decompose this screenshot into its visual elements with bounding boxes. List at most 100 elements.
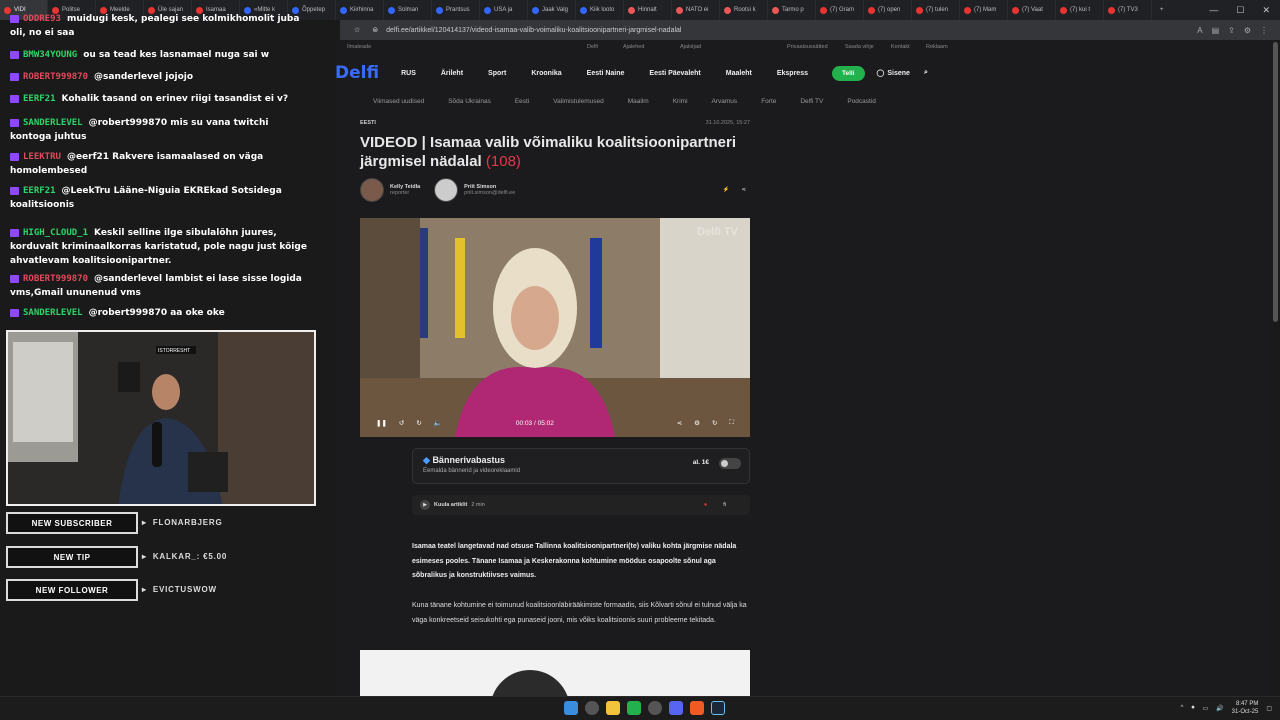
bookmark-icon[interactable]: ☆ bbox=[354, 26, 360, 34]
subnav-link[interactable]: Valimistulemused bbox=[553, 98, 603, 105]
nav-link[interactable]: Eesti Naine bbox=[587, 70, 625, 77]
chat-username[interactable]: LEEKTRU bbox=[23, 152, 61, 162]
notification-icon[interactable]: ▢ bbox=[1266, 705, 1272, 712]
subnav-link[interactable]: Sõda Ukrainas bbox=[448, 98, 491, 105]
network-icon[interactable]: ▭ bbox=[1202, 705, 1208, 712]
minimize-button[interactable]: — bbox=[1209, 5, 1218, 16]
browser-tab[interactable]: NATO ei bbox=[672, 0, 720, 20]
subnav-link[interactable]: Viimased uudised bbox=[373, 98, 424, 105]
subnav-link[interactable]: Arvamus bbox=[712, 98, 738, 105]
subnav-link[interactable]: Krimi bbox=[673, 98, 688, 105]
browser-tab[interactable]: (7) open bbox=[864, 0, 912, 20]
nav-link[interactable]: Maaleht bbox=[726, 70, 752, 77]
browser-tab[interactable]: (7) Gram bbox=[816, 0, 864, 20]
browser-tab[interactable]: Prantsus bbox=[432, 0, 480, 20]
nav-link[interactable]: Ekspress bbox=[777, 70, 808, 77]
browser-tab[interactable]: USA ja bbox=[480, 0, 528, 20]
rewind-icon[interactable]: ↺ bbox=[399, 419, 404, 427]
browser-tab[interactable]: Kiirhinna bbox=[336, 0, 384, 20]
nav-link[interactable]: RUS bbox=[401, 70, 416, 77]
browser-tab[interactable]: (7) tulen bbox=[912, 0, 960, 20]
section-label[interactable]: EESTI bbox=[360, 120, 376, 126]
ad-free-toggle[interactable] bbox=[719, 458, 741, 469]
utility-link[interactable]: Ajalehed bbox=[623, 44, 644, 50]
subscribe-button[interactable]: Telli bbox=[831, 65, 865, 81]
file-explorer-icon[interactable] bbox=[606, 701, 620, 715]
clock[interactable]: 8:47 PM 31-Oct-25 bbox=[1232, 700, 1259, 716]
discord-icon[interactable] bbox=[669, 701, 683, 715]
chat-username[interactable]: ODDRE93 bbox=[23, 14, 61, 24]
chat-username[interactable]: EERF21 bbox=[23, 186, 56, 196]
maximize-button[interactable]: ☐ bbox=[1236, 5, 1244, 16]
delfi-logo[interactable]: Delfi bbox=[335, 63, 379, 83]
menu-icon[interactable]: ⋮ bbox=[1260, 26, 1268, 35]
utility-link[interactable]: Ajakirjad bbox=[680, 44, 701, 50]
search-icon[interactable]: ⌕ bbox=[924, 69, 928, 77]
speed-icon[interactable]: ↻ bbox=[712, 419, 717, 427]
utility-link[interactable]: Saada vihje bbox=[845, 44, 874, 50]
browser-tab[interactable]: Rootsi k bbox=[720, 0, 768, 20]
nav-link[interactable]: Eesti Päevaleht bbox=[649, 70, 700, 77]
utility-link[interactable]: Reklaam bbox=[926, 44, 948, 50]
browser-tab[interactable]: (7) Mam bbox=[960, 0, 1008, 20]
chat-username[interactable]: ROBERT999870 bbox=[23, 274, 88, 284]
nav-link[interactable]: Ärileht bbox=[441, 70, 463, 77]
forward-icon[interactable]: ↻ bbox=[416, 419, 421, 427]
chat-username[interactable]: EERF21 bbox=[23, 94, 56, 104]
subnav-link[interactable]: Forte bbox=[761, 98, 776, 105]
chat-username[interactable]: SANDERLEVEL bbox=[23, 118, 83, 128]
volume-icon[interactable]: 🔊 bbox=[1216, 705, 1223, 712]
browser-tab[interactable]: Kiik looto bbox=[576, 0, 624, 20]
share-icon[interactable]: ⋖ bbox=[677, 419, 682, 427]
avatar[interactable] bbox=[360, 178, 384, 202]
extension-icon[interactable]: ⚙ bbox=[1244, 26, 1251, 35]
utility-link[interactable]: Delfi bbox=[587, 44, 598, 50]
reader-icon[interactable]: ▤ bbox=[1212, 26, 1220, 35]
browser-tab[interactable]: Solman bbox=[384, 0, 432, 20]
nav-link[interactable]: Sport bbox=[488, 70, 506, 77]
subnav-link[interactable]: Maailm bbox=[628, 98, 649, 105]
brave-icon[interactable] bbox=[690, 701, 704, 715]
listen-label[interactable]: Kuula artiklit bbox=[434, 502, 467, 508]
subnav-link[interactable]: Eesti bbox=[515, 98, 529, 105]
chat-username[interactable]: BMW34YOUNG bbox=[23, 50, 77, 60]
browser-tab[interactable]: (7) TV3 bbox=[1104, 0, 1152, 20]
nav-link[interactable]: Kroonika bbox=[531, 70, 561, 77]
share-icon[interactable]: ⇪ bbox=[1228, 26, 1235, 35]
obs-icon[interactable] bbox=[648, 701, 662, 715]
url-field[interactable]: delfi.ee/artikkel/120414137/videod-isama… bbox=[386, 27, 681, 34]
pause-icon[interactable]: ❚❚ bbox=[376, 419, 387, 427]
mute-icon[interactable]: 🔈 bbox=[434, 419, 442, 427]
browser-tab[interactable]: (7) Vaat bbox=[1008, 0, 1056, 20]
browser-tab[interactable]: (7) kui t bbox=[1056, 0, 1104, 20]
lightning-icon[interactable]: ⚡ bbox=[723, 187, 730, 193]
utility-link[interactable]: Kontakt bbox=[891, 44, 910, 50]
utility-link[interactable]: Ilmateade bbox=[347, 44, 371, 50]
language-selector[interactable]: fi bbox=[723, 502, 726, 508]
comment-count[interactable]: (108) bbox=[486, 153, 521, 170]
record-icon[interactable]: ● bbox=[704, 502, 707, 508]
chevron-up-icon[interactable]: ^ bbox=[1181, 705, 1184, 711]
site-info-icon[interactable]: ⊜ bbox=[372, 26, 378, 34]
chat-username[interactable]: ROBERT999870 bbox=[23, 72, 88, 82]
play-icon[interactable]: ▶ bbox=[420, 500, 430, 510]
browser-tab[interactable]: Jaak Valg bbox=[528, 0, 576, 20]
translate-icon[interactable]: A bbox=[1197, 26, 1202, 35]
settings-icon[interactable]: ⚙ bbox=[694, 419, 700, 427]
video-player[interactable]: Delfi TV ❚❚ ↺ ↻ 🔈 00:03 / 05:02 ⋖ ⚙ ↻ ⛶ bbox=[360, 218, 750, 437]
avatar[interactable] bbox=[434, 178, 459, 202]
search-icon[interactable] bbox=[585, 701, 599, 715]
mic-icon[interactable]: ⏺ bbox=[1191, 705, 1194, 712]
share-icon[interactable]: ⋖ bbox=[741, 187, 746, 193]
page-scrollbar[interactable] bbox=[1273, 42, 1278, 322]
utility-link[interactable]: Privaatsussätted bbox=[787, 44, 828, 50]
steam-icon[interactable] bbox=[711, 701, 725, 715]
new-tab-button[interactable]: + bbox=[1160, 7, 1164, 13]
start-icon[interactable] bbox=[564, 701, 578, 715]
subnav-link[interactable]: Podcastid bbox=[847, 98, 876, 105]
app-icon[interactable] bbox=[627, 701, 641, 715]
chat-username[interactable]: SANDERLEVEL bbox=[23, 308, 83, 318]
fullscreen-icon[interactable]: ⛶ bbox=[729, 419, 734, 427]
login-button[interactable]: ◯ Sisene bbox=[877, 69, 910, 78]
browser-tab[interactable]: Tarmo p bbox=[768, 0, 816, 20]
